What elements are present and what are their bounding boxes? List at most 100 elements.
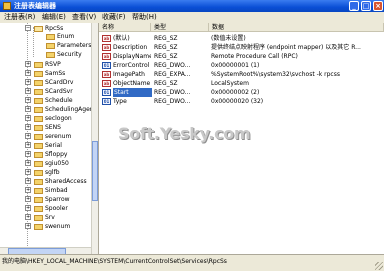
folder-icon xyxy=(34,71,43,77)
value-row[interactable]: ab DisplayName REG_SZ Remote Procedure C… xyxy=(99,52,384,61)
tree-item[interactable]: + serenum xyxy=(0,133,91,141)
expand-icon[interactable]: + xyxy=(25,115,31,121)
value-type: REG_DWO... xyxy=(154,98,191,105)
tree-item[interactable]: + SCardSvr xyxy=(0,88,91,96)
expand-icon[interactable]: + xyxy=(25,151,31,157)
expand-icon[interactable]: + xyxy=(25,169,31,175)
tree-item[interactable]: + SENS xyxy=(0,124,91,132)
title-bar[interactable]: 注册表编辑器 _ □ × xyxy=(0,0,384,12)
tree-item[interactable]: + SCardDrv xyxy=(0,79,91,87)
expand-icon[interactable]: + xyxy=(25,79,31,85)
minimize-button[interactable]: _ xyxy=(349,1,359,11)
tree-item[interactable]: Security xyxy=(0,51,91,59)
column-header-data[interactable]: 数据 xyxy=(209,23,384,32)
tree-item-label: RpcSs xyxy=(45,25,64,32)
tree-item[interactable]: Enum xyxy=(0,33,91,41)
tree-item[interactable]: + SamSs xyxy=(0,70,91,78)
tree-item[interactable]: + sgiu050 xyxy=(0,160,91,168)
expand-icon[interactable]: + xyxy=(25,223,31,229)
tree-item[interactable]: + sglfb xyxy=(0,169,91,177)
tree-item-label: Srv xyxy=(45,214,55,221)
value-row[interactable]: ab ImagePath REG_EXPA... %SystemRoot%\sy… xyxy=(99,70,384,79)
folder-icon xyxy=(34,197,43,203)
tree-item-label: sglfb xyxy=(45,169,60,176)
tree-item-label: seclogon xyxy=(45,115,72,122)
maximize-button[interactable]: □ xyxy=(361,1,371,11)
expand-icon[interactable]: + xyxy=(25,88,31,94)
value-row[interactable]: ab ObjectName REG_SZ LocalSystem xyxy=(99,79,384,88)
tree-item[interactable]: + swenum xyxy=(0,223,91,231)
tree-item[interactable]: + RSVP xyxy=(0,61,91,69)
expand-icon[interactable]: + xyxy=(25,61,31,67)
string-value-icon: ab xyxy=(102,80,111,87)
regedit-app-icon[interactable] xyxy=(3,2,11,10)
expand-icon[interactable]: + xyxy=(25,97,31,103)
folder-icon xyxy=(34,161,43,167)
expand-icon[interactable]: + xyxy=(25,124,31,130)
value-row[interactable]: ab Description REG_SZ 提供终结点映射程序 (endpoin… xyxy=(99,43,384,52)
tree-vertical-scrollbar[interactable] xyxy=(91,23,98,254)
tree-item-label: sgiu050 xyxy=(45,160,69,167)
folder-icon xyxy=(34,170,43,176)
tree-item[interactable]: + Sparrow xyxy=(0,196,91,204)
expand-icon[interactable]: + xyxy=(25,106,31,112)
tree-item[interactable]: + Schedule xyxy=(0,97,91,105)
value-row[interactable]: 01 ErrorControl REG_DWO... 0x00000001 (1… xyxy=(99,61,384,70)
expand-icon[interactable]: + xyxy=(25,196,31,202)
value-name: ImagePath xyxy=(113,71,145,78)
menu-help[interactable]: 帮助(H) xyxy=(130,12,159,23)
value-data: LocalSystem xyxy=(211,80,249,87)
tree-item[interactable]: − RpcSs xyxy=(0,25,91,33)
folder-icon xyxy=(34,89,43,95)
expand-icon[interactable]: + xyxy=(25,214,31,220)
value-type: REG_SZ xyxy=(154,35,178,42)
registry-key-tree[interactable]: − RpcSs Enum Parameters Security + RSVP … xyxy=(0,23,99,254)
tree-item[interactable]: + Sfloppy xyxy=(0,151,91,159)
menu-view[interactable]: 查看(V) xyxy=(70,12,98,23)
expand-icon[interactable]: + xyxy=(25,133,31,139)
tree-item[interactable]: + SharedAccess xyxy=(0,178,91,186)
value-type: REG_EXPA... xyxy=(154,71,191,78)
tree-item[interactable]: + Serial xyxy=(0,142,91,150)
value-row-selected[interactable]: 01 Start REG_DWO... 0x00000002 (2) xyxy=(99,88,384,97)
tree-item[interactable]: + Srv xyxy=(0,214,91,222)
folder-icon xyxy=(46,52,55,58)
collapse-icon[interactable]: − xyxy=(25,25,31,31)
menu-favorites[interactable]: 收藏(F) xyxy=(100,12,128,23)
tree-item[interactable]: + seclogon xyxy=(0,115,91,123)
folder-icon xyxy=(34,179,43,185)
folder-icon xyxy=(34,80,43,86)
menu-edit[interactable]: 编辑(E) xyxy=(40,12,68,23)
folder-icon xyxy=(34,215,43,221)
expand-icon[interactable]: + xyxy=(25,205,31,211)
tree-item[interactable]: + SchedulingAgent xyxy=(0,106,96,114)
expand-icon[interactable]: + xyxy=(25,142,31,148)
folder-icon xyxy=(46,43,55,49)
column-header-name[interactable]: 名称 xyxy=(99,23,151,32)
expand-icon[interactable]: + xyxy=(25,187,31,193)
tree-item[interactable]: Parameters xyxy=(0,42,91,50)
expand-icon[interactable]: + xyxy=(25,160,31,166)
value-type: REG_SZ xyxy=(154,53,178,60)
tree-item-label: Sfloppy xyxy=(45,151,68,158)
value-row[interactable]: 01 Type REG_DWO... 0x00000020 (32) xyxy=(99,97,384,106)
status-bar: 我的电脑\HKEY_LOCAL_MACHINE\SYSTEM\CurrentCo… xyxy=(0,254,384,271)
resize-grip-icon[interactable] xyxy=(375,262,383,270)
value-data: Remote Procedure Call (RPC) xyxy=(211,53,298,60)
tree-item-label: SamSs xyxy=(45,70,66,77)
column-header-type[interactable]: 类型 xyxy=(151,23,209,32)
expand-icon[interactable]: + xyxy=(25,70,31,76)
scrollbar-thumb[interactable] xyxy=(92,141,98,201)
value-row[interactable]: ab (默认) REG_SZ (数值未设置) xyxy=(99,34,384,43)
tree-item[interactable]: + Spooler xyxy=(0,205,91,213)
tree-item[interactable]: + Simbad xyxy=(0,187,91,195)
menu-registry[interactable]: 注册表(R) xyxy=(2,12,37,23)
folder-icon xyxy=(34,224,43,230)
value-data: (数值未设置) xyxy=(211,35,246,42)
expand-icon[interactable]: + xyxy=(25,178,31,184)
value-type: REG_DWO... xyxy=(154,89,191,96)
close-button[interactable]: × xyxy=(373,1,383,11)
value-name: ErrorControl xyxy=(113,62,150,69)
tree-item-label: Simbad xyxy=(45,187,68,194)
string-value-icon: ab xyxy=(102,44,111,51)
